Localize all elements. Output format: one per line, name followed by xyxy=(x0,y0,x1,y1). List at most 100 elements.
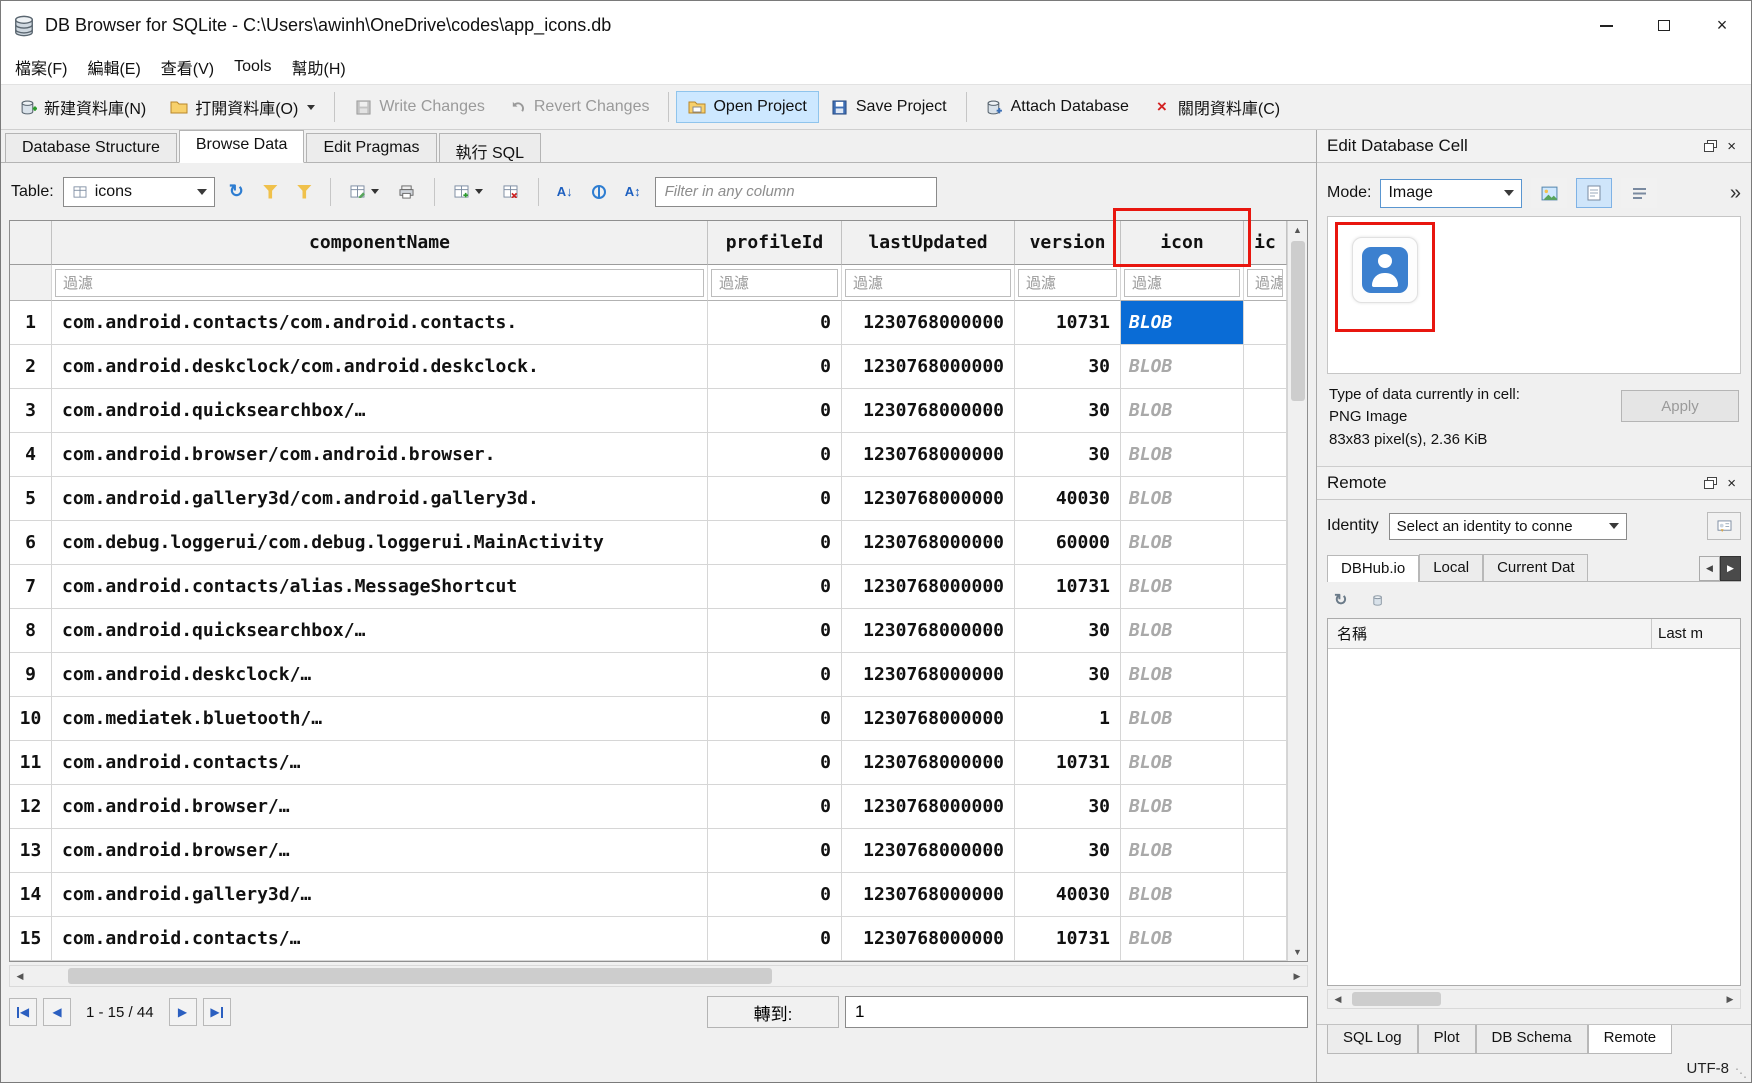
remote-close-button[interactable]: × xyxy=(1722,473,1741,494)
cell-partial[interactable] xyxy=(1244,829,1287,873)
cell-componentName[interactable]: com.android.quicksearchbox/… xyxy=(52,609,708,653)
close-database-button[interactable]: × 關閉資料庫(C) xyxy=(1141,88,1292,126)
new-record-button[interactable] xyxy=(448,178,488,206)
column-header-version[interactable]: version xyxy=(1015,221,1121,265)
json-mode-button[interactable] xyxy=(1621,178,1657,208)
cell-version[interactable]: 40030 xyxy=(1015,873,1121,917)
save-filter-button[interactable] xyxy=(292,180,317,204)
cell-version[interactable]: 10731 xyxy=(1015,565,1121,609)
cell-componentName[interactable]: com.mediatek.bluetooth/… xyxy=(52,697,708,741)
cell-componentName[interactable]: com.android.gallery3d/… xyxy=(52,873,708,917)
cell-icon[interactable]: BLOB xyxy=(1121,741,1244,785)
row-number[interactable]: 11 xyxy=(10,741,52,785)
cell-lastUpdated[interactable]: 1230768000000 xyxy=(842,477,1015,521)
cell-partial[interactable] xyxy=(1244,433,1287,477)
cell-componentName[interactable]: com.android.deskclock/com.android.deskcl… xyxy=(52,345,708,389)
cell-icon[interactable]: BLOB xyxy=(1121,917,1244,961)
revert-changes-button[interactable]: Revert Changes xyxy=(497,91,662,123)
cell-profileId[interactable]: 0 xyxy=(708,741,842,785)
cell-componentName[interactable]: com.android.quicksearchbox/… xyxy=(52,389,708,433)
remote-scroll-right-icon[interactable]: ▶ xyxy=(1720,990,1740,1008)
remote-tab-dbhub[interactable]: DBHub.io xyxy=(1327,555,1419,582)
row-number[interactable]: 3 xyxy=(10,389,52,433)
filter-input-lastUpdated[interactable]: 過濾 xyxy=(845,269,1011,297)
cell-version[interactable]: 30 xyxy=(1015,389,1121,433)
cell-profileId[interactable]: 0 xyxy=(708,345,842,389)
cell-profileId[interactable]: 0 xyxy=(708,433,842,477)
open-database-button[interactable]: 打開資料庫(O) xyxy=(158,88,327,126)
cell-componentName[interactable]: com.android.contacts/… xyxy=(52,917,708,961)
cell-partial[interactable] xyxy=(1244,741,1287,785)
row-number[interactable]: 12 xyxy=(10,785,52,829)
cell-icon[interactable]: BLOB xyxy=(1121,785,1244,829)
row-number[interactable]: 10 xyxy=(10,697,52,741)
cell-profileId[interactable]: 0 xyxy=(708,873,842,917)
menu-tools[interactable]: Tools xyxy=(224,53,281,81)
last-page-button[interactable]: ▶ xyxy=(203,998,231,1026)
filter-input-icon[interactable]: 過濾 xyxy=(1124,269,1240,297)
bottom-tab-plot[interactable]: Plot xyxy=(1418,1025,1476,1054)
remote-scrollbar-track[interactable] xyxy=(1348,990,1720,1008)
cell-icon[interactable]: BLOB xyxy=(1121,873,1244,917)
cell-partial[interactable] xyxy=(1244,521,1287,565)
next-page-button[interactable]: ▶ xyxy=(169,998,197,1026)
cell-componentName[interactable]: com.android.contacts/alias.MessageShortc… xyxy=(52,565,708,609)
row-number[interactable]: 4 xyxy=(10,433,52,477)
cell-lastUpdated[interactable]: 1230768000000 xyxy=(842,653,1015,697)
row-number[interactable]: 6 xyxy=(10,521,52,565)
remote-float-button[interactable] xyxy=(1699,475,1722,491)
cell-profileId[interactable]: 0 xyxy=(708,917,842,961)
remote-table-body[interactable] xyxy=(1328,649,1740,985)
cell-lastUpdated[interactable]: 1230768000000 xyxy=(842,785,1015,829)
menu-help[interactable]: 幫助(H) xyxy=(281,50,355,84)
goto-button[interactable]: 轉到: xyxy=(707,996,839,1028)
cell-icon[interactable]: BLOB xyxy=(1121,609,1244,653)
cell-partial[interactable] xyxy=(1244,653,1287,697)
remote-horizontal-scrollbar[interactable]: ◀ ▶ xyxy=(1327,989,1741,1009)
cell-partial[interactable] xyxy=(1244,565,1287,609)
first-page-button[interactable]: ◀ xyxy=(9,998,37,1026)
blob-image-thumbnail[interactable] xyxy=(1352,237,1418,303)
cell-profileId[interactable]: 0 xyxy=(708,521,842,565)
edit-cell-float-button[interactable] xyxy=(1699,138,1722,154)
open-project-button[interactable]: Open Project xyxy=(676,91,818,123)
bottom-tab-remote[interactable]: Remote xyxy=(1588,1025,1673,1054)
cell-componentName[interactable]: com.debug.loggerui/com.debug.loggerui.Ma… xyxy=(52,521,708,565)
column-header-componentName[interactable]: componentName xyxy=(52,221,708,265)
cell-profileId[interactable]: 0 xyxy=(708,477,842,521)
cell-version[interactable]: 30 xyxy=(1015,345,1121,389)
column-header-icon[interactable]: icon xyxy=(1121,221,1244,265)
menu-view[interactable]: 查看(V) xyxy=(151,50,224,84)
cell-lastUpdated[interactable]: 1230768000000 xyxy=(842,345,1015,389)
cell-lastUpdated[interactable]: 1230768000000 xyxy=(842,433,1015,477)
filter-input-partial[interactable]: 過濾 xyxy=(1247,269,1283,297)
previous-page-button[interactable]: ◀ xyxy=(43,998,71,1026)
horizontal-scrollbar-thumb[interactable] xyxy=(68,968,772,984)
cell-componentName[interactable]: com.android.deskclock/… xyxy=(52,653,708,697)
cell-version[interactable]: 40030 xyxy=(1015,477,1121,521)
filter-any-column-input[interactable] xyxy=(655,177,937,207)
cell-version[interactable]: 30 xyxy=(1015,653,1121,697)
close-button[interactable]: × xyxy=(1693,1,1751,50)
cell-icon[interactable]: BLOB xyxy=(1121,433,1244,477)
cell-version[interactable]: 30 xyxy=(1015,785,1121,829)
cell-profileId[interactable]: 0 xyxy=(708,565,842,609)
cell-icon[interactable]: BLOB xyxy=(1121,521,1244,565)
identity-select[interactable]: Select an identity to conne xyxy=(1389,513,1627,540)
cell-lastUpdated[interactable]: 1230768000000 xyxy=(842,521,1015,565)
refresh-table-button[interactable]: ↻ xyxy=(224,176,249,207)
row-number[interactable]: 1 xyxy=(10,301,52,345)
cell-partial[interactable] xyxy=(1244,917,1287,961)
remote-column-last-modified[interactable]: Last m xyxy=(1652,619,1740,648)
table-select[interactable]: icons xyxy=(63,177,215,207)
cell-profileId[interactable]: 0 xyxy=(708,697,842,741)
write-changes-button[interactable]: Write Changes xyxy=(342,91,497,123)
row-number[interactable]: 9 xyxy=(10,653,52,697)
cell-partial[interactable] xyxy=(1244,697,1287,741)
cell-lastUpdated[interactable]: 1230768000000 xyxy=(842,741,1015,785)
minimize-button[interactable] xyxy=(1577,1,1635,50)
row-number[interactable]: 15 xyxy=(10,917,52,961)
cell-componentName[interactable]: com.android.browser/com.android.browser. xyxy=(52,433,708,477)
scroll-left-icon[interactable]: ◀ xyxy=(10,966,30,986)
cell-profileId[interactable]: 0 xyxy=(708,609,842,653)
